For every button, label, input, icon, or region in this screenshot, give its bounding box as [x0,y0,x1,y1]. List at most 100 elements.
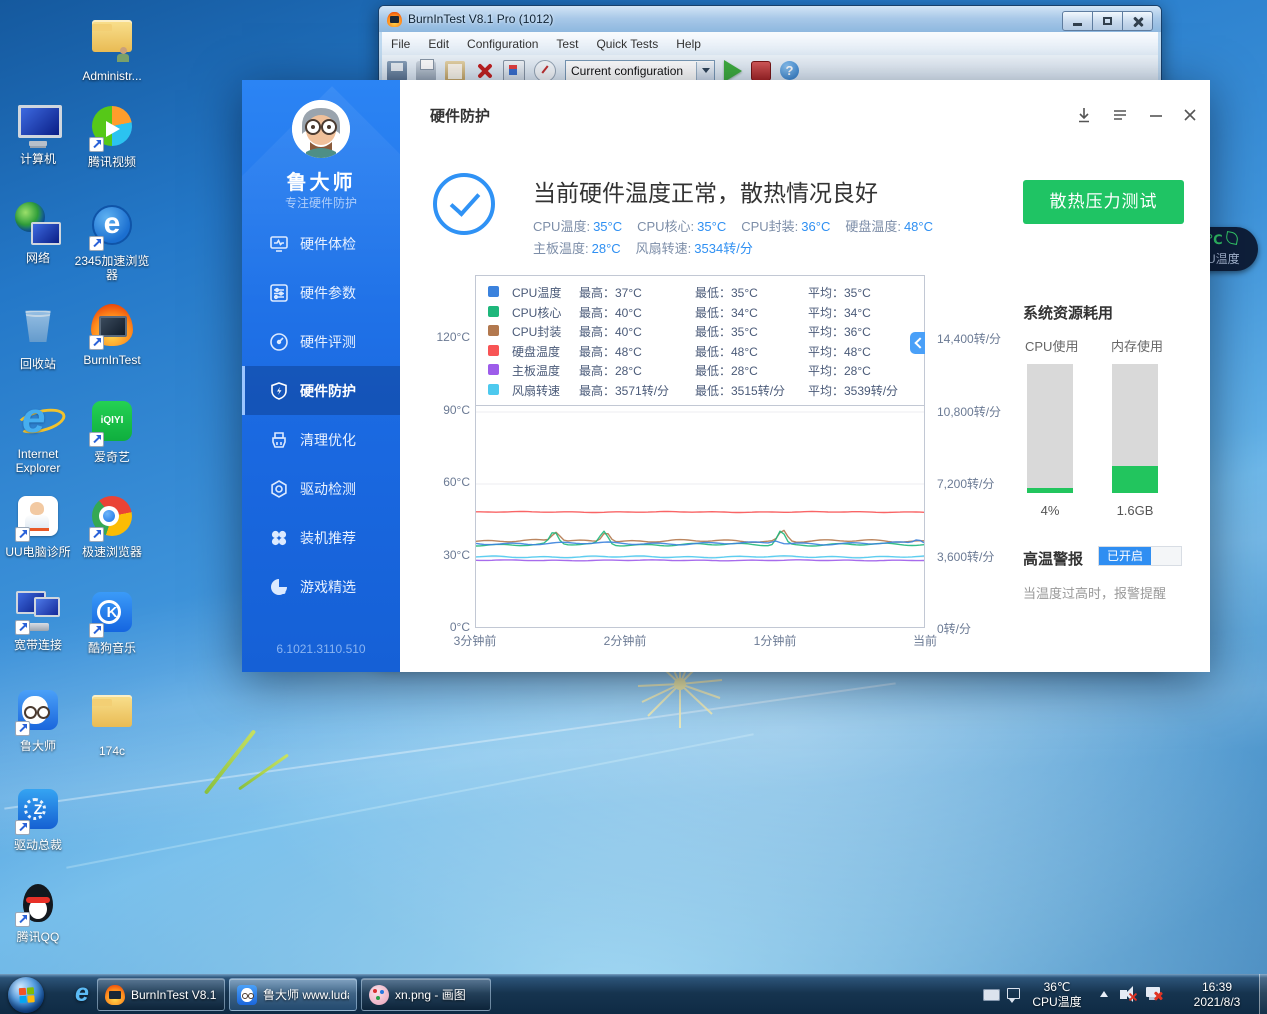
high-temp-alarm-title: 高温警报 [1023,548,1083,569]
tray-cpu-temp-value: 36℃ [1024,980,1090,995]
desktop-icon-broadband[interactable]: 宽带连接 [0,589,76,652]
legend-swatch [488,345,499,356]
legend-series-name: CPU核心 [512,304,561,321]
uu-clinic-icon [15,496,61,542]
close-button[interactable] [1122,11,1153,31]
desktop-icon-computer[interactable]: 计算机 [0,103,76,166]
menu-help[interactable]: Help [667,37,710,51]
desktop-icon-tencent-video[interactable]: 腾讯视频 [74,103,150,169]
desktop-icon-2345-browser[interactable]: 2345加速浏览器 [74,202,150,282]
stress-test-button[interactable]: 散热压力测试 [1023,180,1184,224]
tray-cpu-temp-label: CPU温度 [1024,995,1090,1010]
menu-test[interactable]: Test [547,37,587,51]
minimize-icon[interactable] [1147,106,1165,124]
toggle-on-label: 已开启 [1099,547,1151,565]
desktop-icon-label: 爱奇艺 [74,450,150,464]
close-icon[interactable] [1181,106,1199,124]
tray-cpu-temp[interactable]: 36℃ CPU温度 [1024,980,1090,1010]
burnintest-titlebar[interactable]: BurnInTest V8.1 Pro (1012) [379,6,1161,32]
sidebar-item-hardware-params[interactable]: 硬件参数 [242,268,400,317]
legend-avg: 平均：48°C [808,343,871,360]
language-bar-icon[interactable] [1007,988,1020,999]
desktop-icon-qq[interactable]: 腾讯QQ [0,881,76,944]
sidebar-item-hardware-check[interactable]: 硬件体检 [242,219,400,268]
burnintest-app-icon [387,12,402,27]
desktop-icon-administrator[interactable]: Administr... [74,12,150,83]
input-method-keyboard-icon[interactable] [983,989,1000,1001]
volume-muted-icon[interactable] [1120,990,1127,999]
folder-icon [89,20,135,66]
taskbar-button-paint[interactable]: xn.png - 画图 [361,978,491,1011]
recycle-bin-icon [15,308,61,354]
configuration-dropdown[interactable]: Current configuration [565,60,715,82]
windows-logo-icon [19,988,26,995]
start-tests-button[interactable] [724,60,742,82]
desktop-icon-burnintest[interactable]: BurnInTest [74,302,150,367]
taskbar-button-ludashi[interactable]: 鲁大师 www.luda... [229,978,357,1011]
menu-icon[interactable] [1111,106,1129,124]
legend-row: 硬盘温度最高：48°C最低：48°C平均：48°C [476,342,924,362]
legend-max: 最高：3571转/分 [579,382,669,399]
gauge-icon[interactable] [534,60,556,82]
desktop-icon-driver-master[interactable]: 驱动总裁 [0,786,76,852]
app-version: 6.1021.3110.510 [242,642,400,656]
desktop-icon-label: 驱动总裁 [0,838,76,852]
legend-collapse-chevron[interactable] [910,332,925,354]
sidebar-item-pc-builder[interactable]: 装机推荐 [242,513,400,562]
sidebar-item-game-center[interactable]: 游戏精选 [242,562,400,611]
tray-clock[interactable]: 16:39 2021/8/3 [1178,980,1256,1010]
desktop-icon-recycle-bin[interactable]: 回收站 [0,302,76,371]
legend-swatch [488,384,499,395]
metric-label: 主板温度: [533,241,589,256]
desktop-icon-kugou[interactable]: 酷狗音乐 [74,589,150,655]
sidebar-item-label: 硬件体检 [300,234,356,254]
sidebar-item-driver-check[interactable]: 驱动检测 [242,464,400,513]
start-button[interactable] [8,977,44,1013]
taskbar-button-burnintest[interactable]: BurnInTest V8.1 ... [97,978,225,1011]
computer-icon [15,103,61,149]
legend-series-name: CPU封装 [512,323,561,340]
print-icon[interactable] [416,61,436,81]
metric-label: CPU核心: [637,219,694,234]
network-disconnected-icon[interactable] [1146,987,1160,997]
status-ok-icon [433,173,495,235]
save-icon[interactable] [387,61,407,81]
download-icon[interactable] [1075,106,1093,124]
menu-configuration[interactable]: Configuration [458,37,547,51]
high-temp-alarm-toggle[interactable]: 已开启 [1098,546,1182,566]
show-desktop-button[interactable] [1259,974,1267,1014]
sidebar-item-hardware-benchmark[interactable]: 硬件评测 [242,317,400,366]
minimize-button[interactable] [1062,11,1093,31]
show-hidden-icons-arrow[interactable] [1100,991,1108,997]
maximize-button[interactable] [1092,11,1123,31]
desktop-icon-iqiyi[interactable]: 爱奇艺 [74,398,150,464]
legend-series-name: CPU温度 [512,284,561,301]
certificate-icon[interactable] [503,60,525,82]
legend-avg: 平均：35°C [808,284,871,301]
desktop-icon-label: 174c [74,744,150,758]
menu-file[interactable]: File [382,37,419,51]
delete-icon[interactable] [474,61,494,81]
menu-edit[interactable]: Edit [419,37,458,51]
iqiyi-icon [89,401,135,447]
menu-quick-tests[interactable]: Quick Tests [587,37,667,51]
metric-label: 硬盘温度: [845,219,901,234]
legend-avg: 平均：36°C [808,323,871,340]
sidebar-item-cleanup[interactable]: 清理优化 [242,415,400,464]
taskbar-ie-icon[interactable] [62,979,102,1011]
desktop-icon-label: 计算机 [0,152,76,166]
desktop-icon-network[interactable]: 网络 [0,202,76,265]
desktop-icon-uu-clinic[interactable]: UU电脑诊所 [0,493,76,559]
metric-label: 风扇转速: [636,241,692,256]
desktop-icon-folder-174c[interactable]: 174c [74,687,150,758]
sidebar-item-hardware-protection[interactable]: 硬件防护 [242,366,400,415]
burnintest-menubar: File Edit Configuration Test Quick Tests… [382,32,1158,56]
desktop-icon-speed-browser[interactable]: 极速浏览器 [74,493,150,559]
stop-tests-button[interactable] [751,61,771,81]
desktop-icon-internet-explorer[interactable]: Internet Explorer [0,398,76,475]
legend-row: CPU核心最高：40°C最低：34°C平均：34°C [476,303,924,323]
help-icon[interactable]: ? [780,61,799,80]
legend-swatch [488,306,499,317]
clipboard-icon[interactable] [445,61,465,81]
desktop-icon-ludashi[interactable]: 鲁大师 [0,687,76,753]
